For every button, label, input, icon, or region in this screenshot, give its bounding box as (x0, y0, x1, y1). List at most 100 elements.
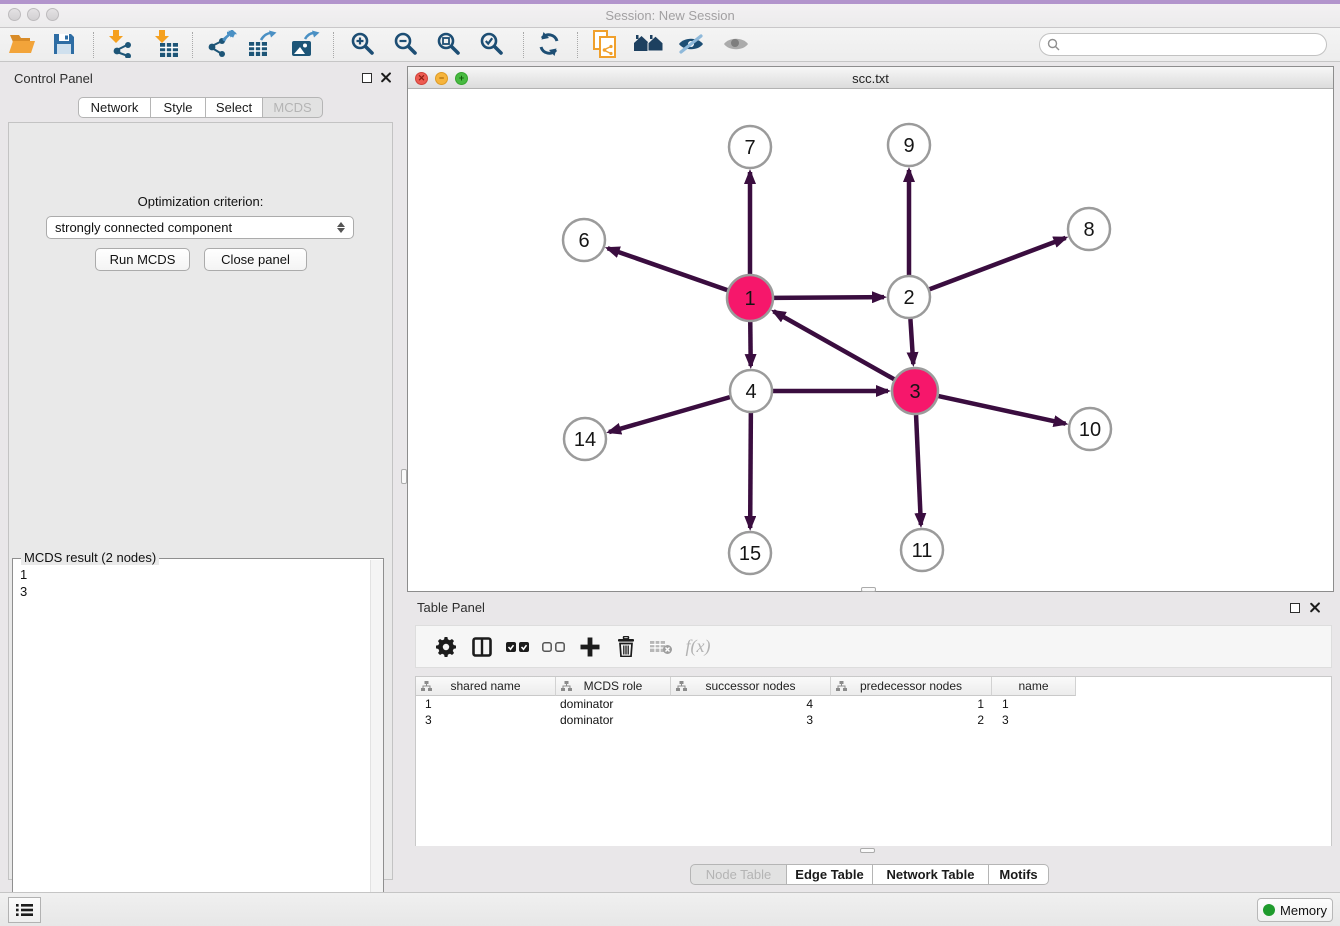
graph-node-8[interactable]: 8 (1068, 208, 1110, 250)
memory-button[interactable]: Memory (1257, 898, 1333, 922)
graph-node-6[interactable]: 6 (563, 219, 605, 261)
graph-edge-2-3[interactable] (910, 319, 913, 364)
panel-divider-grip-horizontal[interactable] (861, 587, 876, 592)
column-chooser-icon[interactable] (464, 632, 500, 662)
add-column-icon[interactable] (572, 632, 608, 662)
cell-name[interactable]: 3 (992, 712, 1076, 728)
column-header-mcds-role[interactable]: MCDS role (556, 677, 671, 696)
network-canvas[interactable]: 7 9 6 8 1 2 4 3 14 10 15 11 (408, 89, 1333, 591)
graph-edge-4-14[interactable] (609, 397, 730, 432)
graph-edge-3-1[interactable] (774, 311, 895, 379)
show-hidden-eye-icon[interactable] (719, 29, 753, 59)
zoom-in-icon[interactable] (346, 29, 380, 59)
main-toolbar (0, 28, 1340, 62)
cell-successor-nodes[interactable]: 4 (671, 696, 831, 712)
zoom-fit-icon[interactable] (432, 29, 466, 59)
close-panel-button[interactable]: Close panel (204, 248, 307, 271)
table-divider-grip[interactable] (860, 848, 875, 853)
graph-edge-1-6[interactable] (608, 248, 728, 290)
graph-edge-4-15[interactable] (750, 413, 751, 528)
cell-shared-name[interactable]: 3 (416, 712, 556, 728)
select-all-columns-icon[interactable] (500, 632, 536, 662)
cell-mcds-role[interactable]: dominator (556, 712, 671, 728)
tab-edge-table[interactable]: Edge Table (787, 864, 873, 885)
cell-predecessor-nodes[interactable]: 1 (831, 696, 992, 712)
zoom-selected-icon[interactable] (475, 29, 509, 59)
graph-node-3[interactable]: 3 (892, 368, 938, 414)
tab-mcds[interactable]: MCDS (263, 97, 323, 118)
graph-node-10[interactable]: 10 (1069, 408, 1111, 450)
shared-column-icon (676, 681, 687, 691)
column-header-shared-name[interactable]: shared name (416, 677, 556, 696)
control-panel-header: Control Panel (8, 66, 393, 90)
houses-icon[interactable] (632, 29, 666, 59)
panel-divider-grip-vertical[interactable] (401, 469, 407, 484)
import-table-icon[interactable] (149, 29, 183, 59)
tab-node-table[interactable]: Node Table (690, 864, 787, 885)
search-input[interactable] (1064, 38, 1326, 52)
graph-node-14[interactable]: 14 (564, 418, 606, 460)
search-box[interactable] (1039, 33, 1327, 56)
tab-style[interactable]: Style (151, 97, 206, 118)
export-table-icon[interactable] (245, 29, 279, 59)
function-builder-icon[interactable]: f(x) (680, 632, 716, 662)
float-panel-icon[interactable] (362, 73, 372, 83)
new-network-from-selection-icon[interactable] (588, 29, 622, 59)
mcds-result-lines: 1 3 (20, 566, 27, 600)
optimization-criterion-dropdown[interactable]: strongly connected component (46, 216, 354, 239)
result-scrollbar[interactable] (370, 560, 383, 926)
open-session-icon[interactable] (5, 29, 39, 59)
delete-column-trash-icon[interactable] (608, 632, 644, 662)
close-table-panel-icon[interactable] (1309, 602, 1320, 613)
table-row[interactable]: 3 dominator 3 2 3 (416, 712, 1331, 728)
graph-node-15[interactable]: 15 (729, 532, 771, 574)
svg-text:2: 2 (903, 287, 914, 309)
graph-edge-3-11[interactable] (916, 415, 921, 525)
table-row[interactable]: 1 dominator 4 1 1 (416, 696, 1331, 712)
graph-node-2[interactable]: 2 (888, 276, 930, 318)
tab-select[interactable]: Select (206, 97, 263, 118)
network-view-window: ✕ − + scc.txt 7 9 6 8 1 2 4 3 14 10 15 11 (407, 66, 1334, 592)
cell-name[interactable]: 1 (992, 696, 1076, 712)
graph-edge-1-2[interactable] (774, 297, 884, 298)
table-panel-title: Table Panel (417, 600, 485, 615)
graph-edge-3-10[interactable] (938, 396, 1065, 424)
tab-network[interactable]: Network (78, 97, 151, 118)
toolbar-separator (523, 32, 524, 58)
svg-text:1: 1 (744, 288, 755, 310)
deselect-all-columns-icon[interactable] (536, 632, 572, 662)
zoom-out-icon[interactable] (389, 29, 423, 59)
table-settings-gear-icon[interactable] (428, 632, 464, 662)
column-header-successor-nodes[interactable]: successor nodes (671, 677, 831, 696)
refresh-icon[interactable] (532, 29, 566, 59)
graph-node-7[interactable]: 7 (729, 126, 771, 168)
tab-network-table[interactable]: Network Table (873, 864, 989, 885)
cell-mcds-role[interactable]: dominator (556, 696, 671, 712)
import-network-icon[interactable] (103, 29, 137, 59)
svg-text:9: 9 (903, 135, 914, 157)
tab-motifs[interactable]: Motifs (989, 864, 1049, 885)
save-session-icon[interactable] (47, 29, 81, 59)
column-header-predecessor-nodes[interactable]: predecessor nodes (831, 677, 992, 696)
float-table-panel-icon[interactable] (1290, 603, 1300, 613)
export-network-icon[interactable] (205, 29, 239, 59)
network-graph[interactable]: 7 9 6 8 1 2 4 3 14 10 15 11 (408, 89, 1333, 591)
hide-selected-eye-slash-icon[interactable] (674, 29, 708, 59)
cell-shared-name[interactable]: 1 (416, 696, 556, 712)
graph-node-11[interactable]: 11 (901, 529, 943, 571)
export-image-icon[interactable] (288, 29, 322, 59)
delete-table-icon[interactable] (644, 632, 680, 662)
cell-predecessor-nodes[interactable]: 2 (831, 712, 992, 728)
graph-node-9[interactable]: 9 (888, 124, 930, 166)
run-mcds-button[interactable]: Run MCDS (95, 248, 190, 271)
shared-column-icon (421, 681, 432, 691)
column-header-name[interactable]: name (992, 677, 1076, 696)
automation-panel-button[interactable] (8, 897, 41, 923)
graph-node-1[interactable]: 1 (727, 275, 773, 321)
network-window-titlebar[interactable]: ✕ − + scc.txt (408, 67, 1333, 89)
graph-edge-2-8[interactable] (930, 238, 1066, 289)
close-panel-icon[interactable] (380, 72, 391, 83)
graph-node-4[interactable]: 4 (730, 370, 772, 412)
mcds-result-box: MCDS result (2 nodes) 1 3 (12, 558, 384, 926)
cell-successor-nodes[interactable]: 3 (671, 712, 831, 728)
